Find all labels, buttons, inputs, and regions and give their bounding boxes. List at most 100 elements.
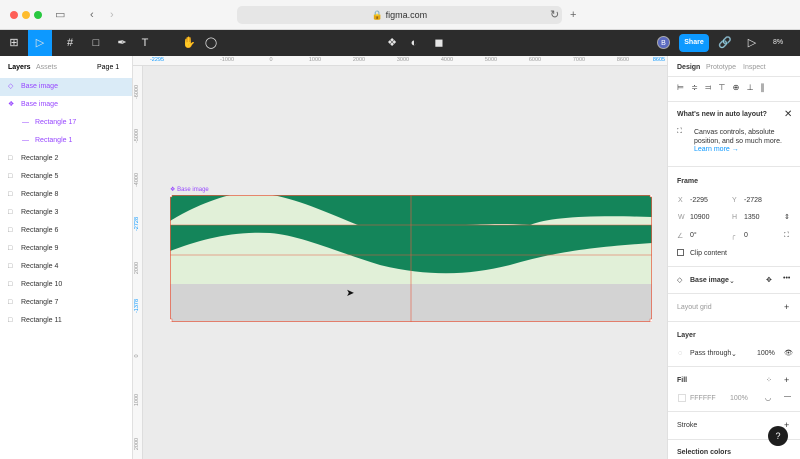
ruler-tick-label: 8600 [616, 57, 630, 63]
corner-radius-field[interactable]: 0 [744, 232, 748, 239]
zoom-level[interactable]: 8% [773, 30, 783, 56]
comment-tool-icon[interactable]: ◯ [204, 30, 218, 56]
align-center-v-icon[interactable]: ⊕ [733, 83, 740, 92]
independent-corners-icon[interactable]: ⛶ [784, 232, 789, 240]
present-icon[interactable]: ▷ [745, 30, 759, 56]
align-top-icon[interactable]: ⊤ [718, 83, 725, 92]
resize-handle[interactable] [649, 195, 652, 198]
resize-handle[interactable] [170, 195, 173, 198]
address-bar[interactable]: 🔒 figma.com [237, 6, 562, 24]
sidebar-toggle-icon[interactable]: ▭ [55, 6, 65, 24]
align-center-h-icon[interactable]: ≑ [691, 83, 698, 92]
boolean-ops-icon[interactable]: ◼ [430, 30, 448, 56]
chevron-down-icon[interactable]: ⌄ [729, 277, 735, 285]
clip-content-checkbox[interactable] [677, 249, 684, 256]
text-tool-icon[interactable]: T [138, 30, 152, 56]
page-selector[interactable]: Page 1 [97, 64, 119, 71]
layer-row[interactable]: □ Rectangle 7 [0, 294, 132, 312]
ruler-tick-label: -2728 [134, 216, 140, 232]
align-bottom-icon[interactable]: ⊥ [747, 83, 754, 92]
layer-row[interactable]: □ Rectangle 9 [0, 240, 132, 258]
contrast-icon[interactable]: ◐ [407, 30, 421, 56]
constrain-proportions-icon[interactable]: ⇕ [784, 213, 790, 221]
styles-icon[interactable]: ⁘ [766, 376, 772, 384]
fill-hex[interactable]: FFFFFF [690, 395, 716, 402]
layers-panel: Layers Assets Page 1 ◇ Base image ❖ Base im… [0, 56, 133, 459]
canvas[interactable]: -2295 -1000 0 1000 2000 3000 4000 5000 6000 7000 8… [133, 56, 667, 459]
chevron-down-icon[interactable]: ⌄ [731, 350, 737, 358]
resize-handle[interactable] [649, 318, 652, 322]
shape-tool-icon[interactable]: □ [86, 30, 106, 56]
divider [668, 166, 800, 167]
learn-more-link[interactable]: Learn more → [694, 146, 739, 153]
align-right-icon[interactable]: ⫤ [705, 83, 711, 92]
layer-row[interactable]: □ Rectangle 2 [0, 150, 132, 168]
hide-fill-icon[interactable]: ◡ [765, 394, 771, 402]
main-menu-icon[interactable]: ⊞ [4, 30, 24, 56]
new-tab-icon[interactable]: + [570, 6, 576, 24]
layer-row[interactable]: ❖ Base image [0, 96, 132, 114]
forward-arrow-icon[interactable]: › [110, 6, 114, 24]
hand-tool-icon[interactable]: ✋ [182, 30, 196, 56]
h-field[interactable]: 1350 [744, 214, 760, 221]
layer-row[interactable]: □ Rectangle 5 [0, 168, 132, 186]
frame-label[interactable]: ❖ Base image [170, 186, 209, 193]
layer-opacity[interactable]: 100% [757, 350, 775, 357]
go-to-main-component-icon[interactable]: ✥ [766, 276, 772, 284]
fill-swatch[interactable] [678, 394, 686, 402]
ruler-tick-label: -5000 [134, 128, 140, 144]
frame-tool-icon[interactable]: # [60, 30, 80, 56]
ruler-tick-label: 3000 [396, 57, 410, 63]
minimize-window-button[interactable] [22, 11, 30, 19]
move-tool-icon[interactable]: ▷ [28, 30, 52, 56]
ruler-tick-label: 8605 [652, 57, 666, 63]
add-layout-grid-icon[interactable]: + [784, 302, 789, 312]
layer-row[interactable]: □ Rectangle 4 [0, 258, 132, 276]
add-fill-icon[interactable]: + [784, 375, 789, 385]
y-field[interactable]: -2728 [744, 197, 762, 204]
x-label: X [678, 197, 683, 204]
close-window-button[interactable] [10, 11, 18, 19]
layer-row[interactable]: — Rectangle 1 [0, 132, 132, 150]
layer-row[interactable]: — Rectangle 17 [0, 114, 132, 132]
reload-icon[interactable]: ↻ [550, 6, 559, 24]
maximize-window-button[interactable] [34, 11, 42, 19]
cursor-icon: ➤ [346, 288, 355, 299]
tab-layers[interactable]: Layers [8, 64, 31, 71]
frame-section-title[interactable]: Frame [677, 178, 698, 185]
avatar[interactable]: B [657, 36, 670, 49]
tab-assets[interactable]: Assets [36, 64, 57, 71]
resize-handle[interactable] [170, 318, 173, 322]
layer-row[interactable]: ◇ Base image [0, 78, 132, 96]
rotation-field[interactable]: 0° [690, 232, 697, 239]
tab-prototype[interactable]: Prototype [706, 64, 736, 71]
remove-fill-icon[interactable]: — [784, 393, 791, 400]
align-left-icon[interactable]: ⊨ [677, 83, 684, 92]
stroke-section-title: Stroke [677, 422, 698, 429]
distribute-icon[interactable]: ⫼ [761, 83, 765, 92]
tab-design[interactable]: Design [677, 64, 700, 71]
whats-new-body: Canvas controls, absolute position, and … [694, 129, 782, 145]
ruler-tick-label: 1000 [308, 57, 322, 63]
more-options-icon[interactable]: ••• [783, 275, 790, 282]
layer-row[interactable]: □ Rectangle 8 [0, 186, 132, 204]
layer-row[interactable]: □ Rectangle 6 [0, 222, 132, 240]
back-arrow-icon[interactable]: ‹ [90, 6, 94, 24]
close-icon[interactable]: ✕ [784, 109, 792, 120]
x-field[interactable]: -2295 [690, 197, 708, 204]
tab-inspect[interactable]: Inspect [743, 64, 766, 71]
layer-row[interactable]: □ Rectangle 10 [0, 276, 132, 294]
blend-mode-select[interactable]: Pass through [690, 350, 731, 357]
component-icon[interactable]: ❖ [385, 30, 399, 56]
pen-tool-icon[interactable]: ✒ [112, 30, 132, 56]
layer-row[interactable]: □ Rectangle 3 [0, 204, 132, 222]
share-button[interactable]: Share [679, 34, 709, 52]
w-field[interactable]: 10900 [690, 214, 709, 221]
link-icon[interactable]: 🔗 [718, 30, 732, 56]
component-name[interactable]: Base image [690, 277, 729, 284]
visibility-icon[interactable]: 👁 [784, 349, 793, 357]
fill-opacity[interactable]: 100% [730, 395, 748, 402]
help-button[interactable]: ? [768, 426, 788, 446]
layer-row[interactable]: □ Rectangle 11 [0, 312, 132, 330]
base-image-frame[interactable] [170, 195, 652, 322]
